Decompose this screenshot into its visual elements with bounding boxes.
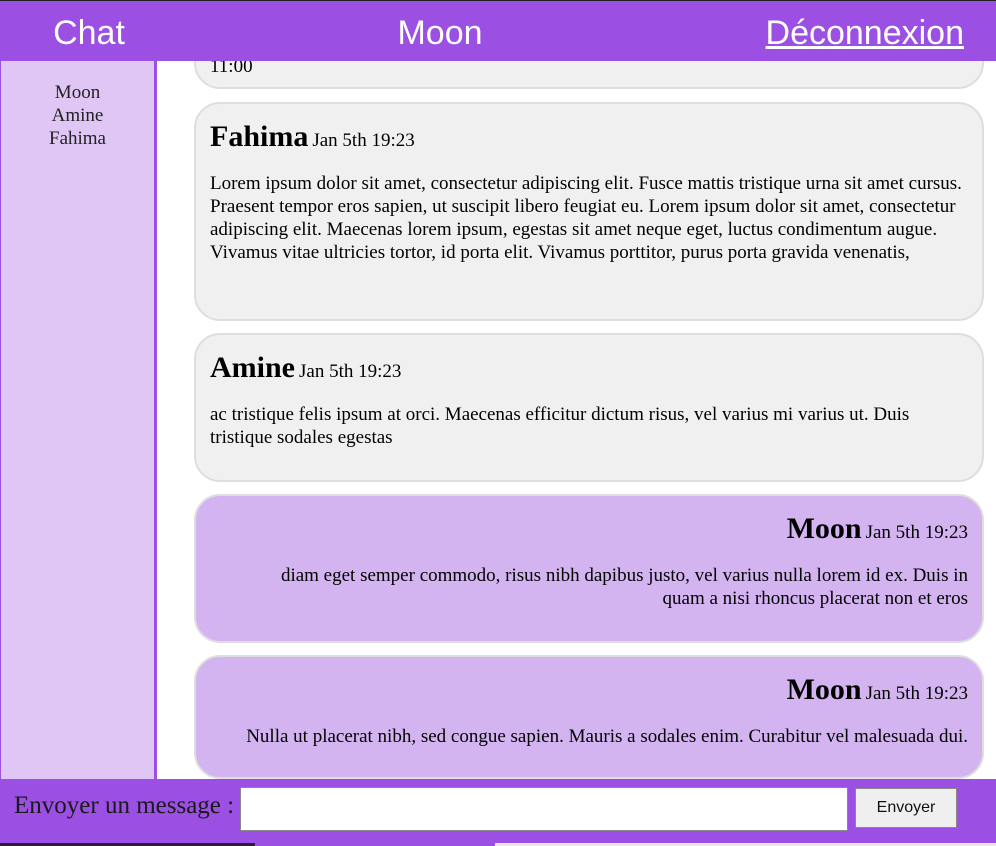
user-item-amine[interactable]: Amine — [1, 104, 154, 127]
message-text: Lorem ipsum dolor sit amet, consectetur … — [210, 173, 962, 263]
user-list: Moon Amine Fahima — [1, 61, 154, 150]
message-author: Amine — [210, 351, 295, 384]
user-sidebar: Moon Amine Fahima — [0, 61, 154, 779]
logout-link[interactable]: Déconnexion — [766, 14, 964, 52]
message-text: 11:00 — [210, 61, 253, 77]
message-time: Jan 5th 19:23 — [865, 522, 968, 543]
message-text: ac tristique felis ipsum at orci. Maecen… — [210, 404, 910, 448]
message-input[interactable] — [240, 787, 848, 831]
message-card: Amine Jan 5th 19:23 ac tristique felis i… — [194, 333, 984, 482]
message-author: Fahima — [210, 120, 309, 153]
message-header: Fahima Jan 5th 19:23 — [210, 104, 968, 154]
message-text: diam eget semper commodo, risus nibh dap… — [280, 565, 968, 609]
message-time: Jan 5th 19:23 — [865, 683, 968, 704]
message-card: 11:00 — [194, 61, 984, 89]
message-header: Moon Jan 5th 19:23 — [210, 657, 968, 707]
message-list[interactable]: 11:00 Fahima Jan 5th 19:23 Lorem ipsum d… — [157, 61, 996, 779]
message-header: Amine Jan 5th 19:23 — [210, 335, 968, 385]
message-time: Jan 5th 19:23 — [312, 130, 415, 151]
message-card-own: Moon Jan 5th 19:23 diam eget semper comm… — [194, 494, 984, 643]
message-composer: Envoyer un message : Envoyer — [0, 779, 996, 846]
message-text: Nulla ut placerat nibh, sed congue sapie… — [246, 726, 968, 747]
app-title: Chat — [53, 14, 125, 52]
message-author: Moon — [786, 512, 862, 545]
message-author: Moon — [786, 673, 862, 706]
composer-label: Envoyer un message : — [14, 792, 235, 819]
message-time: Jan 5th 19:23 — [299, 361, 402, 382]
message-header: Moon Jan 5th 19:23 — [210, 496, 968, 546]
message-card-own: Moon Jan 5th 19:23 Nulla ut placerat nib… — [194, 655, 984, 779]
channel-title: Moon — [397, 14, 483, 52]
top-bar: Chat Moon Déconnexion — [0, 0, 996, 61]
message-card: Fahima Jan 5th 19:23 Lorem ipsum dolor s… — [194, 102, 984, 321]
user-item-fahima[interactable]: Fahima — [1, 127, 154, 150]
user-item-moon[interactable]: Moon — [1, 81, 154, 104]
send-button[interactable]: Envoyer — [855, 788, 957, 828]
